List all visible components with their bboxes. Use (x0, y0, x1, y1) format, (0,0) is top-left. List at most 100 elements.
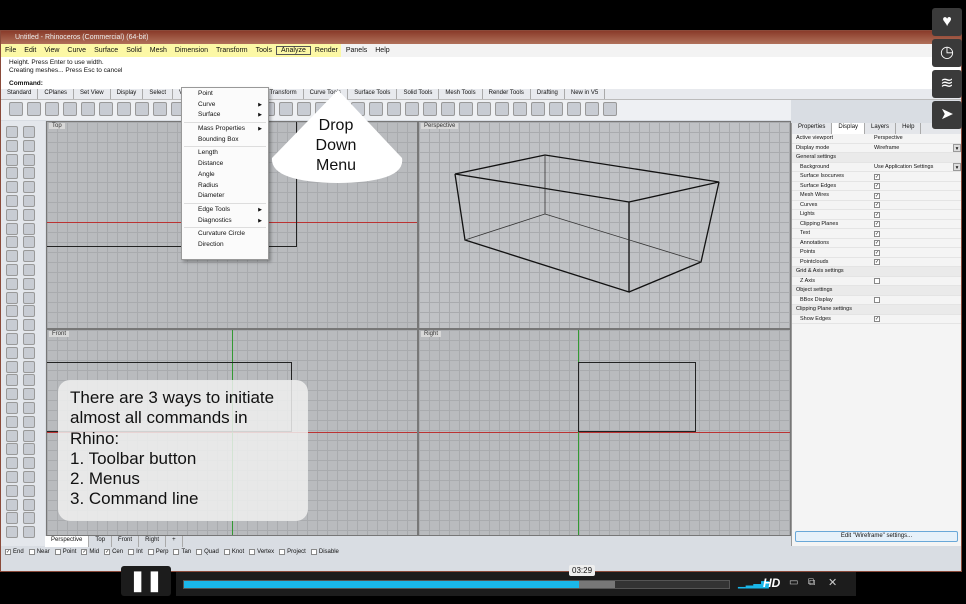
osnap-disable[interactable]: Disable (310, 549, 339, 555)
tool-icon[interactable] (6, 374, 18, 387)
toolbar-icon[interactable] (531, 102, 545, 116)
toolbar-tab-mesh-tools[interactable]: Mesh Tools (439, 89, 483, 99)
tool-icon[interactable] (23, 222, 35, 235)
setting-checkbox[interactable] (874, 278, 880, 284)
tool-icon[interactable] (23, 208, 35, 221)
tool-icon[interactable] (6, 429, 18, 442)
tool-icon[interactable] (6, 484, 18, 497)
tool-icon[interactable] (23, 457, 35, 470)
osnap-perp[interactable]: Perp (147, 549, 168, 555)
menu-file[interactable]: File (1, 47, 20, 54)
tool-icon[interactable] (6, 498, 18, 511)
toolbar-icon[interactable] (567, 102, 581, 116)
tool-icon[interactable] (23, 195, 35, 207)
setting-checkbox[interactable]: ✓ (874, 240, 880, 246)
checkbox[interactable]: ✓ (81, 549, 88, 555)
osnap-near[interactable]: Near (28, 549, 50, 555)
tool-icon[interactable] (6, 388, 18, 401)
pip-icon[interactable]: ⧉ (808, 577, 815, 588)
osnap-vertex[interactable]: Vertex (249, 549, 274, 555)
tool-icon[interactable] (6, 319, 18, 332)
share-button[interactable]: ➤ (932, 101, 962, 129)
edit-wireframe-settings-button[interactable]: Edit "Wireframe" settings... (795, 531, 958, 542)
osnap-knot[interactable]: Knot (223, 549, 244, 555)
tool-icon[interactable] (23, 333, 35, 345)
tool-icon[interactable] (6, 346, 18, 359)
tool-icon[interactable] (23, 236, 35, 249)
toolbar-icon[interactable] (477, 102, 491, 116)
menu-item-diameter[interactable]: Diameter (182, 191, 268, 202)
setting-value[interactable]: Use Application Settings (874, 163, 953, 172)
osnap-int[interactable]: Int (128, 549, 143, 555)
toolbar-icon[interactable] (585, 102, 599, 116)
menu-item-edge-tools[interactable]: Edge Tools ▶ (182, 205, 268, 216)
osnap-mid[interactable]: ✓ Mid (81, 549, 99, 555)
menu-item-curve[interactable]: Curve ▶ (182, 100, 268, 111)
tool-icon[interactable] (6, 181, 18, 194)
menu-solid[interactable]: Solid (122, 47, 146, 54)
tool-icon[interactable] (23, 277, 35, 290)
toolbar-icon[interactable] (27, 102, 41, 116)
progress-bar[interactable] (183, 580, 730, 589)
tool-icon[interactable] (6, 208, 18, 221)
toolbar-tab-display[interactable]: Display (111, 89, 144, 99)
tool-icon[interactable] (23, 484, 35, 497)
checkbox[interactable] (196, 549, 203, 555)
toolbar-tab-new-in-v5[interactable]: New in V5 (565, 89, 606, 99)
tool-icon[interactable] (23, 498, 35, 511)
tool-icon[interactable] (23, 346, 35, 359)
tool-icon[interactable] (6, 471, 18, 483)
tool-icon[interactable] (23, 264, 35, 276)
checkbox[interactable] (28, 549, 35, 555)
tool-icon[interactable] (23, 402, 35, 414)
toolbar-tab-select[interactable]: Select (143, 89, 173, 99)
toolbar-icon[interactable] (549, 102, 563, 116)
tool-icon[interactable] (23, 139, 35, 152)
tool-icon[interactable] (23, 250, 35, 263)
viewport-label[interactable]: Front (49, 331, 70, 337)
toolbar-icon[interactable] (63, 102, 77, 116)
viewport-label[interactable]: Right (421, 331, 442, 337)
dropdown-arrow-icon[interactable]: ▾ (953, 143, 961, 152)
setting-checkbox[interactable]: ✓ (874, 183, 880, 189)
checkbox[interactable] (173, 549, 180, 555)
checkbox[interactable]: ✓ (104, 549, 111, 555)
viewport-perspective[interactable]: Perspective (418, 121, 791, 329)
checkbox[interactable] (147, 549, 154, 555)
menu-surface[interactable]: Surface (90, 47, 122, 54)
tool-icon[interactable] (6, 222, 18, 235)
menu-view[interactable]: View (40, 47, 63, 54)
toolbar-icon[interactable] (603, 102, 617, 116)
checkbox[interactable] (249, 549, 256, 555)
menu-analyze[interactable]: Analyze (275, 46, 311, 55)
menu-item-bounding-box[interactable]: Bounding Box (182, 135, 268, 146)
toolbar-icon[interactable] (153, 102, 167, 116)
toolbar-icon[interactable] (495, 102, 509, 116)
viewport-tab-right[interactable]: Right (139, 536, 167, 547)
toolbar-tab-cplanes[interactable]: CPlanes (38, 89, 75, 99)
tool-icon[interactable] (6, 457, 18, 470)
tool-icon[interactable] (23, 167, 35, 180)
menu-tools[interactable]: Tools (252, 47, 276, 54)
setting-checkbox[interactable]: ✓ (874, 211, 880, 218)
checkbox[interactable] (310, 549, 317, 555)
tool-icon[interactable] (23, 429, 35, 442)
tool-icon[interactable] (23, 291, 35, 304)
osnap-cen[interactable]: ✓ Cen (104, 549, 123, 555)
tool-icon[interactable] (6, 236, 18, 249)
menu-item-diagnostics[interactable]: Diagnostics ▶ (182, 216, 268, 227)
toolbar-icon[interactable] (459, 102, 473, 116)
menu-item-direction[interactable]: Direction (182, 240, 268, 251)
tool-icon[interactable] (6, 250, 18, 263)
setting-value[interactable]: Wireframe (874, 144, 953, 153)
menu-item-radius[interactable]: Radius (182, 181, 268, 192)
tool-icon[interactable] (6, 512, 18, 525)
menu-render[interactable]: Render (311, 47, 342, 54)
setting-checkbox[interactable]: ✓ (874, 192, 880, 199)
osnap-end[interactable]: ✓ End (5, 549, 24, 555)
menu-item-mass-properties[interactable]: Mass Properties ▶ (182, 124, 268, 135)
setting-checkbox[interactable]: ✓ (874, 259, 880, 265)
tool-icon[interactable] (23, 305, 35, 318)
hd-button[interactable]: HD (763, 576, 780, 590)
osnap-project[interactable]: Project (279, 549, 306, 555)
